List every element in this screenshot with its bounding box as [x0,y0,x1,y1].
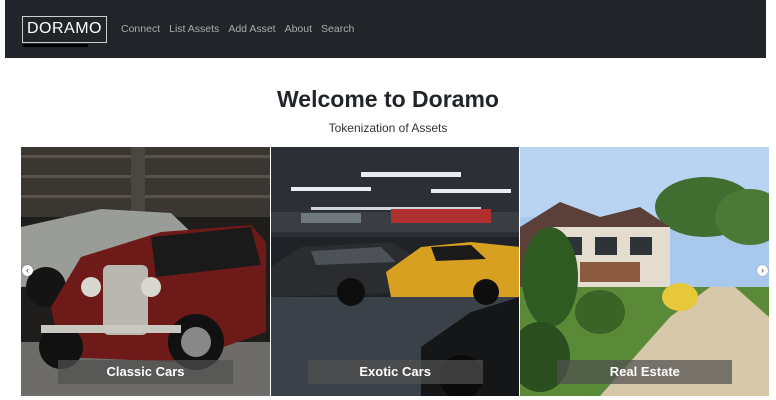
nav-link-add-asset[interactable]: Add Asset [228,23,275,35]
slide-caption: Exotic Cars [307,360,483,384]
carousel-slide-real-estate[interactable]: Real Estate [520,147,769,396]
nav-link-about[interactable]: About [285,23,312,35]
classic-cars-image [21,147,270,396]
nav-link-search[interactable]: Search [321,23,354,35]
nav-links: Connect List Assets Add Asset About Sear… [121,23,363,35]
brand-logo[interactable]: DORAMO [22,15,107,47]
page: DORAMO Connect List Assets Add Asset Abo… [0,0,776,400]
slide-caption: Classic Cars [58,360,233,384]
real-estate-image [520,147,769,396]
chevron-left-icon[interactable]: ‹ [22,265,33,276]
carousel-slide-classic-cars[interactable]: Classic Cars [21,147,270,396]
asset-carousel: Classic Cars Exotic Cars Real Estate [21,147,769,396]
nav-link-list-assets[interactable]: List Assets [169,23,219,35]
page-title: Welcome to Doramo [277,86,499,112]
slide-caption: Real Estate [557,360,733,384]
carousel-slide-exotic-cars[interactable]: Exotic Cars [270,147,520,396]
exotic-cars-image [270,147,520,396]
page-subtitle: Tokenization of Assets [328,121,448,135]
nav-link-connect[interactable]: Connect [121,23,160,35]
chevron-right-icon[interactable]: › [757,265,768,276]
navbar: DORAMO Connect List Assets Add Asset Abo… [5,0,766,58]
